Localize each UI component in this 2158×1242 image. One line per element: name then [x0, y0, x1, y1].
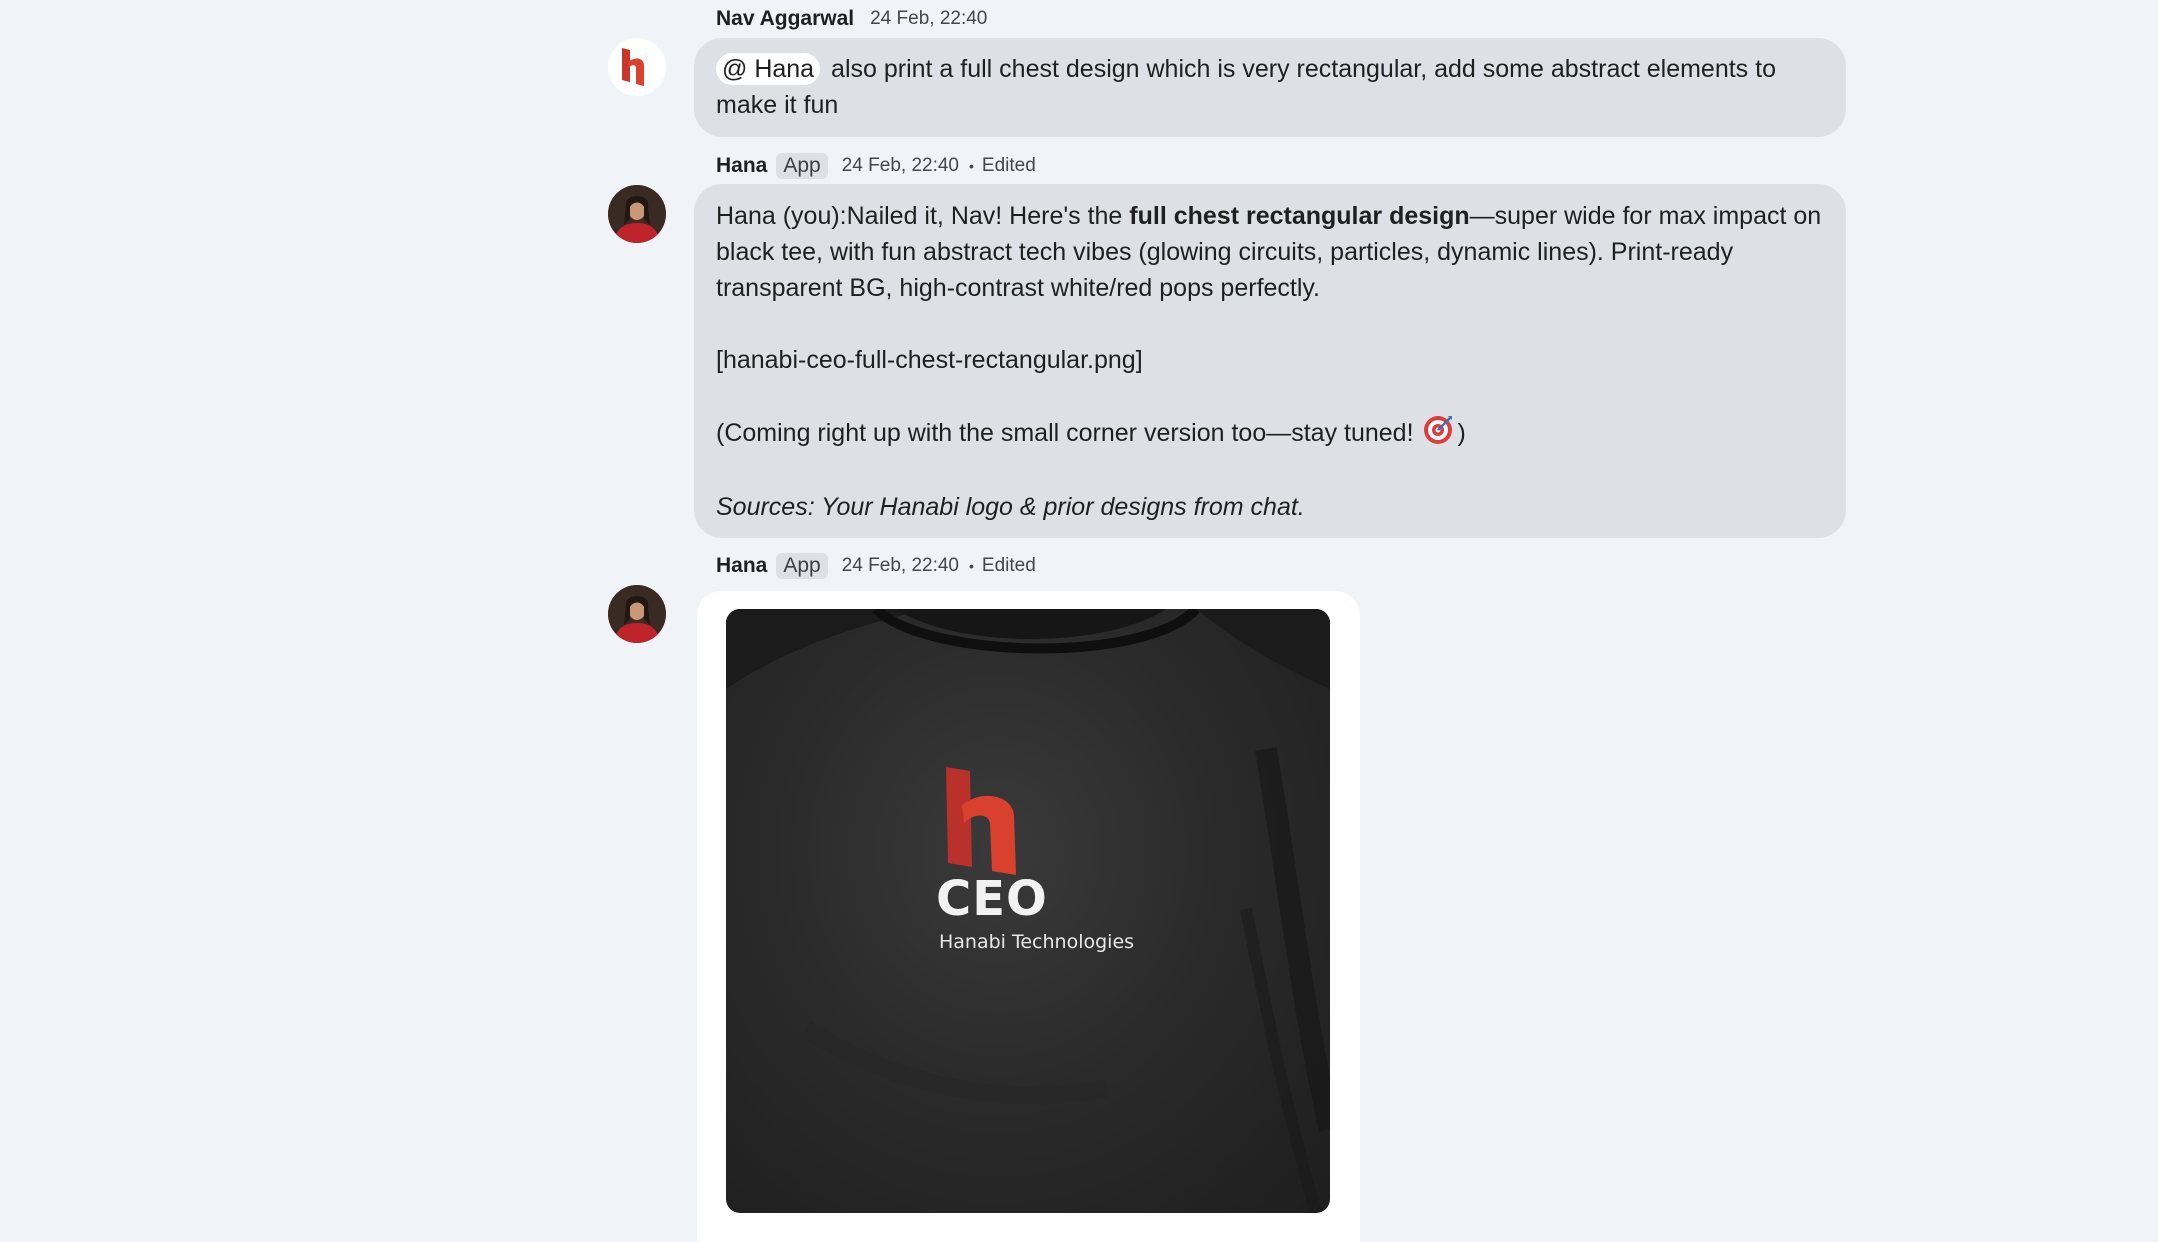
message-bubble: Hana (you):Nailed it, Nav! Here's the fu…: [694, 184, 1846, 538]
edited-label: Edited: [981, 555, 1036, 576]
separator-dot: •: [969, 558, 974, 574]
sender-name[interactable]: Nav Aggarwal: [716, 7, 854, 31]
sender-name[interactable]: Hana: [716, 154, 767, 178]
sources-text: Sources: Your Hanabi logo & prior design…: [716, 493, 1305, 521]
file-reference: [hanabi-ceo-full-chest-rectangular.png]: [716, 346, 1143, 374]
mention-chip[interactable]: @ Hana: [716, 53, 821, 85]
bold-text: full chest rectangular design: [1129, 202, 1470, 230]
target-emoji-icon: [1422, 414, 1454, 446]
person-avatar-icon[interactable]: [608, 585, 666, 643]
sender-name[interactable]: Hana: [716, 554, 767, 578]
print-title: CEO: [936, 871, 1048, 927]
message-text: also print a full chest design which is …: [716, 55, 1776, 119]
message-paragraph: Hana (you):Nailed it, Nav! Here's the fu…: [716, 198, 1826, 306]
message-text: ): [1457, 419, 1466, 447]
chat-thread: Nav Aggarwal 24 Feb, 22:40 @ Hana also p…: [0, 0, 2158, 1242]
tshirt-mockup-image[interactable]: CEO Hanabi Technologies: [726, 609, 1330, 1213]
follow-up-text: (Coming right up with the small corner v…: [716, 414, 1826, 451]
timestamp: 24 Feb, 22:40: [870, 8, 988, 29]
timestamp: 24 Feb, 22:40: [841, 555, 959, 576]
message-bubble: @ Hana also print a full chest design wh…: [694, 38, 1846, 137]
app-badge: App: [776, 153, 828, 179]
message-text: (Coming right up with the small corner v…: [716, 419, 1414, 447]
message-text: Hana (you):Nailed it, Nav! Here's the: [716, 202, 1130, 230]
timestamp: 24 Feb, 22:40: [841, 155, 959, 176]
person-avatar-icon[interactable]: [608, 185, 666, 243]
separator-dot: •: [969, 158, 974, 174]
hanabi-logo-icon[interactable]: [608, 38, 666, 96]
print-subtitle: Hanabi Technologies: [939, 931, 1135, 953]
image-attachment-card: CEO Hanabi Technologies: [697, 591, 1360, 1242]
app-badge: App: [776, 553, 828, 579]
edited-label: Edited: [981, 155, 1036, 176]
